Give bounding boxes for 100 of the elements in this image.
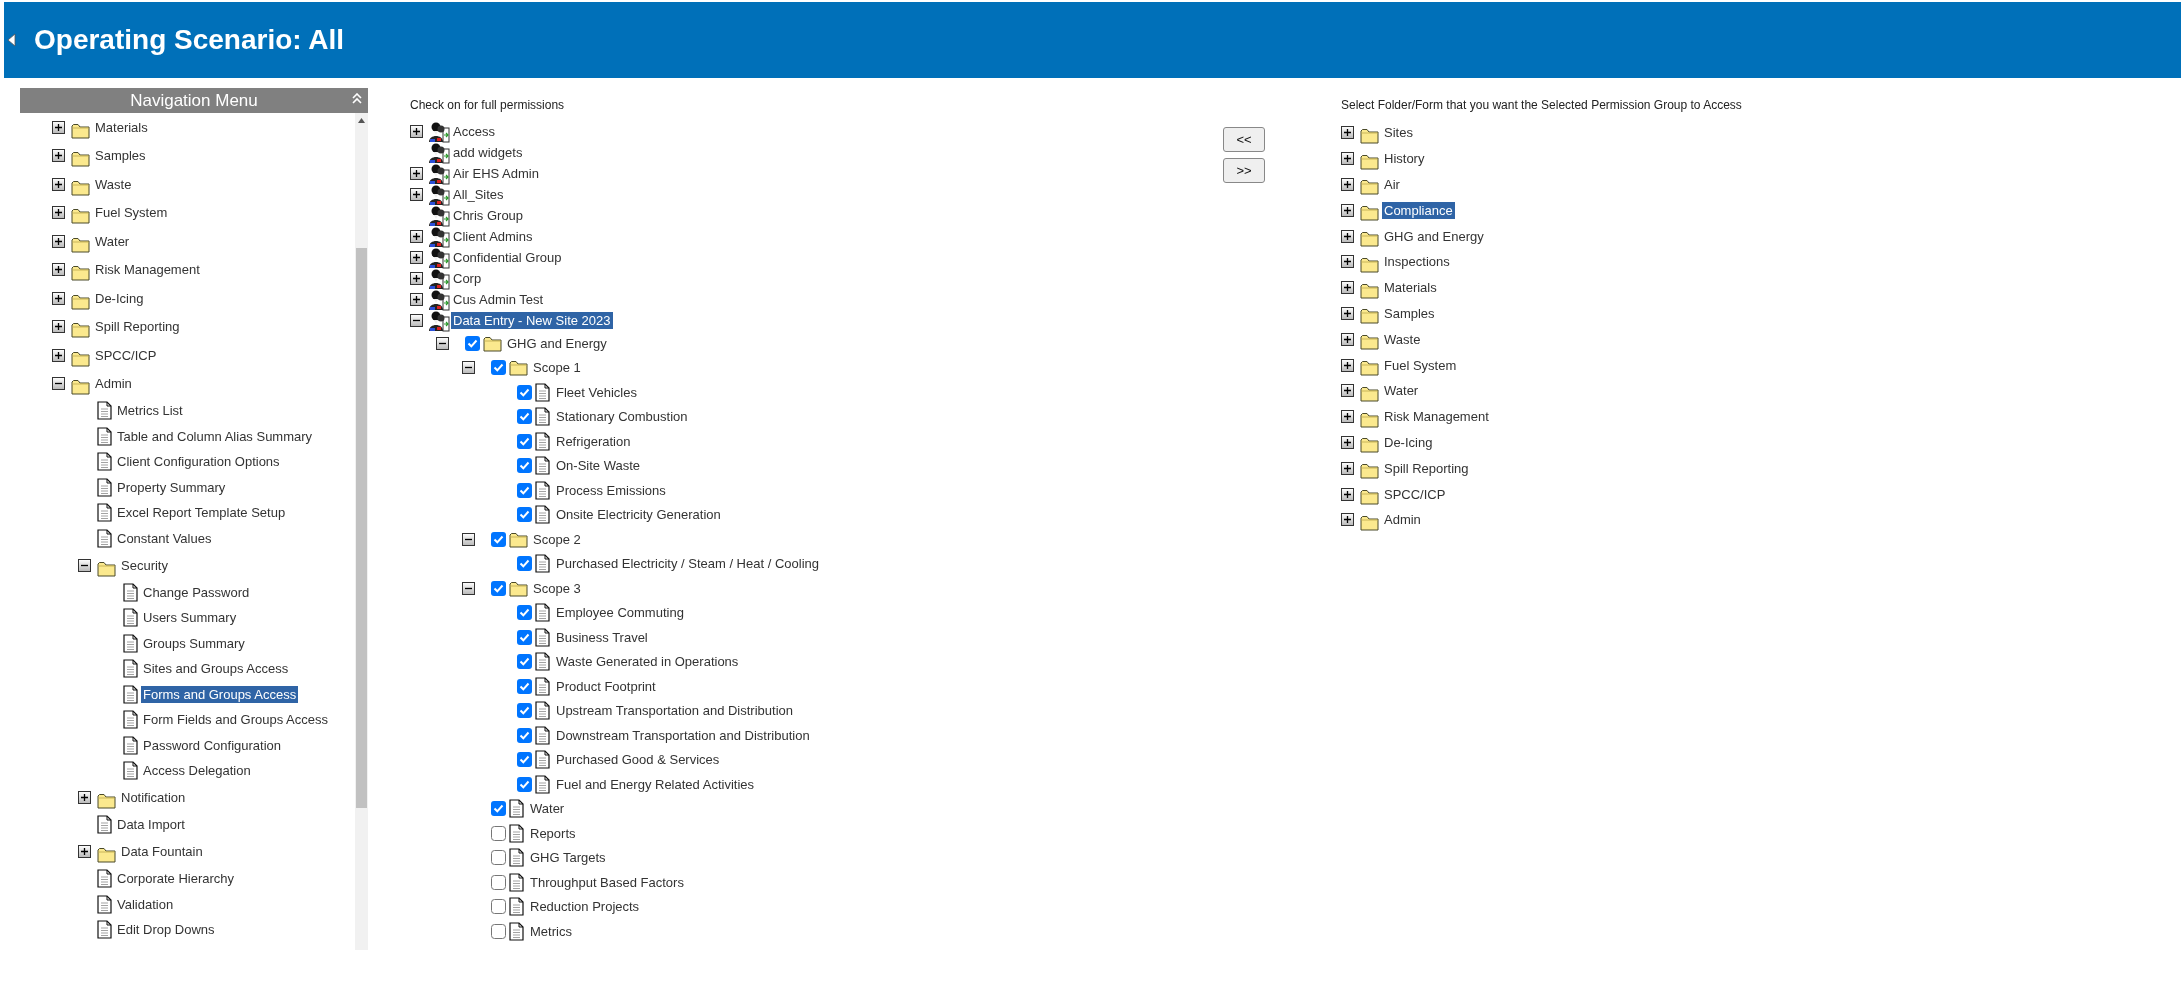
- tree-item[interactable]: Upstream Transportation and Distribution: [554, 702, 795, 720]
- checkbox[interactable]: [517, 433, 532, 449]
- tree-item[interactable]: Product Footprint: [554, 677, 658, 695]
- collapse-icon[interactable]: [352, 93, 362, 105]
- tree-item[interactable]: On-Site Waste: [554, 457, 643, 475]
- nav-item[interactable]: Water: [93, 232, 132, 250]
- tree-item[interactable]: Corp: [451, 270, 484, 287]
- nav-item[interactable]: Form Fields and Groups Access: [141, 711, 330, 729]
- expand-toggle[interactable]: [52, 320, 65, 334]
- tree-item[interactable]: Scope 3: [531, 579, 583, 597]
- nav-item[interactable]: Client Configuration Options: [115, 453, 282, 471]
- expand-toggle[interactable]: [52, 177, 65, 191]
- folder-item[interactable]: GHG and Energy: [1382, 227, 1486, 245]
- nav-item[interactable]: SPCC/ICP: [93, 346, 159, 364]
- nav-item[interactable]: Fuel System: [93, 204, 170, 222]
- tree-item[interactable]: Scope 1: [531, 359, 583, 377]
- expand-toggle[interactable]: [410, 272, 423, 285]
- tree-item[interactable]: Access: [451, 123, 497, 140]
- tree-item[interactable]: Client Admins: [451, 228, 535, 245]
- expand-toggle[interactable]: [52, 291, 65, 305]
- checkbox[interactable]: [517, 384, 532, 400]
- checkbox[interactable]: [491, 801, 506, 817]
- tree-item[interactable]: Reduction Projects: [528, 898, 642, 916]
- tree-item[interactable]: add widgets: [451, 144, 525, 161]
- nav-item[interactable]: Data Import: [115, 816, 187, 834]
- checkbox[interactable]: [491, 923, 506, 939]
- checkbox[interactable]: [491, 580, 506, 596]
- checkbox[interactable]: [517, 703, 532, 719]
- checkbox[interactable]: [517, 605, 532, 621]
- tree-item[interactable]: Employee Commuting: [554, 604, 686, 622]
- nav-item[interactable]: Risk Management: [93, 261, 202, 279]
- nav-item[interactable]: Waste: [93, 175, 134, 193]
- tree-item[interactable]: Confidential Group: [451, 249, 564, 266]
- tree-item[interactable]: Fleet Vehicles: [554, 383, 639, 401]
- collapse-toggle[interactable]: [436, 336, 449, 350]
- checkbox[interactable]: [517, 678, 532, 694]
- nav-item[interactable]: Excel Report Template Setup: [115, 504, 288, 522]
- nav-item[interactable]: Notification: [119, 789, 188, 807]
- expand-toggle[interactable]: [410, 167, 423, 180]
- expand-toggle[interactable]: [52, 206, 65, 220]
- checkbox[interactable]: [517, 507, 532, 523]
- tree-item[interactable]: Process Emissions: [554, 481, 668, 499]
- nav-item[interactable]: Corporate Hierarchy: [115, 870, 237, 888]
- collapse-toggle[interactable]: [52, 377, 65, 391]
- checkbox[interactable]: [517, 752, 532, 768]
- scrollbar[interactable]: [355, 113, 368, 950]
- folder-item[interactable]: Spill Reporting: [1382, 459, 1471, 477]
- folder-item[interactable]: Air: [1382, 176, 1402, 193]
- tree-item[interactable]: GHG Targets: [528, 849, 608, 867]
- tree-item[interactable]: Cus Admin Test: [451, 291, 546, 308]
- nav-item[interactable]: Table and Column Alias Summary: [115, 427, 315, 445]
- expand-toggle[interactable]: [52, 348, 65, 362]
- triangle-icon[interactable]: [7, 33, 16, 47]
- nav-item[interactable]: Spill Reporting: [93, 318, 182, 336]
- folder-item[interactable]: SPCC/ICP: [1382, 485, 1448, 503]
- expand-toggle[interactable]: [1341, 306, 1354, 320]
- expand-toggle[interactable]: [1341, 203, 1354, 217]
- folder-item[interactable]: Compliance: [1382, 201, 1455, 219]
- checkbox[interactable]: [465, 335, 480, 351]
- folder-item[interactable]: Materials: [1382, 279, 1439, 297]
- expand-toggle[interactable]: [1341, 152, 1354, 166]
- checkbox[interactable]: [517, 727, 532, 743]
- expand-toggle[interactable]: [1341, 513, 1354, 527]
- nav-item[interactable]: Materials: [93, 118, 150, 136]
- checkbox[interactable]: [517, 409, 532, 425]
- expand-toggle[interactable]: [78, 845, 91, 859]
- tree-item[interactable]: Refrigeration: [554, 432, 633, 450]
- nav-item[interactable]: Samples: [93, 147, 148, 165]
- collapse-toggle[interactable]: [410, 314, 423, 327]
- checkbox[interactable]: [517, 776, 532, 792]
- expand-toggle[interactable]: [52, 263, 65, 277]
- checkbox[interactable]: [491, 850, 506, 866]
- expand-toggle[interactable]: [1341, 332, 1354, 346]
- tree-item[interactable]: Downstream Transportation and Distribution: [554, 726, 812, 744]
- collapse-toggle[interactable]: [78, 558, 91, 572]
- tree-item[interactable]: Air EHS Admin: [451, 165, 541, 182]
- tree-item[interactable]: Waste Generated in Operations: [554, 653, 741, 671]
- checkbox[interactable]: [491, 874, 506, 890]
- expand-toggle[interactable]: [410, 188, 423, 201]
- tree-item[interactable]: Business Travel: [554, 628, 650, 646]
- checkbox[interactable]: [491, 360, 506, 376]
- nav-item[interactable]: Password Configuration: [141, 736, 284, 754]
- scroll-up-icon[interactable]: [358, 118, 365, 123]
- transfer-button[interactable]: >>: [1223, 158, 1265, 183]
- folder-item[interactable]: History: [1382, 150, 1427, 168]
- expand-toggle[interactable]: [1341, 435, 1354, 449]
- transfer-button[interactable]: <<: [1223, 127, 1265, 152]
- tree-item[interactable]: Scope 2: [531, 530, 583, 548]
- tree-item[interactable]: Data Entry - New Site 2023: [451, 312, 613, 329]
- checkbox[interactable]: [517, 654, 532, 670]
- checkbox[interactable]: [517, 629, 532, 645]
- folder-item[interactable]: Samples: [1382, 304, 1437, 322]
- tree-item[interactable]: GHG and Energy: [505, 334, 609, 352]
- expand-toggle[interactable]: [1341, 461, 1354, 475]
- nav-item[interactable]: Metrics List: [115, 402, 185, 420]
- nav-item[interactable]: Change Password: [141, 583, 252, 601]
- expand-toggle[interactable]: [78, 791, 91, 805]
- scrollbar-thumb[interactable]: [356, 248, 367, 808]
- expand-toggle[interactable]: [52, 149, 65, 163]
- nav-item[interactable]: Constant Values: [115, 529, 214, 547]
